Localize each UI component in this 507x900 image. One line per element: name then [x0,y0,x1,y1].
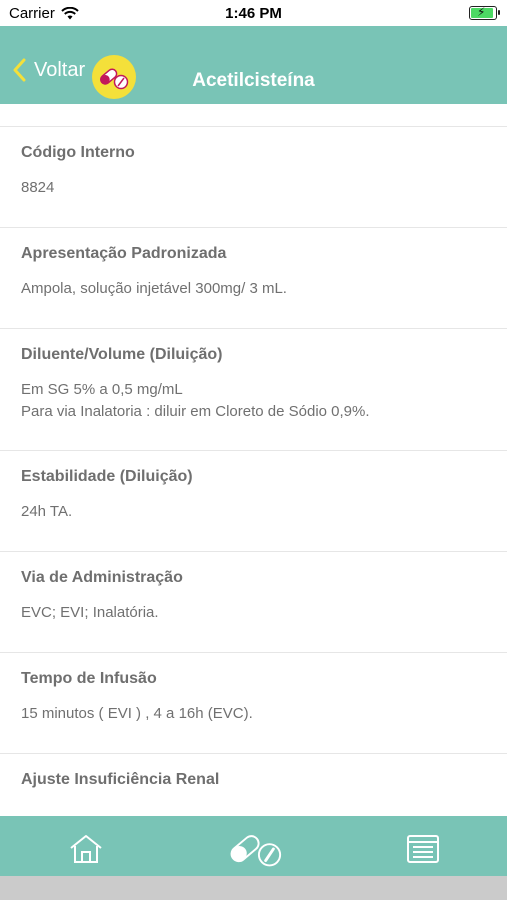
tab-drugs[interactable] [228,832,284,867]
field-value: EVC; EVI; Inalatória. [21,604,159,621]
charging-icon: ⚡ [477,5,486,19]
field-label: Apresentação Padronizada [21,245,227,262]
home-indicator-area [0,876,507,900]
field-codigo-interno: Código Interno 8824 [0,127,507,228]
field-diluente-volume: Diluente/Volume (Diluição) Em SG 5% a 0,… [0,329,507,451]
field-label: Via de Administração [21,569,183,586]
field-label: Ajuste Insuficiência Renal [21,771,220,788]
pills-icon [230,835,282,867]
page-title: Acetilcisteína [192,70,315,91]
status-bar: Carrier 1:46 PM ⚡ [0,0,507,26]
field-estabilidade: Estabilidade (Diluição) 24h TA. [0,451,507,552]
field-label: Código Interno [21,144,135,161]
field-value: 24h TA. [21,503,73,520]
field-value: 8824 [21,179,55,196]
field-ajuste-renal: Ajuste Insuficiência Renal [0,754,507,804]
field-label: Tempo de Infusão [21,670,157,687]
field-value: Ampola, solução injetável 300mg/ 3 mL. [21,280,287,297]
field-value: Em SG 5% a 0,5 mg/mL Para via Inalatoria… [21,381,370,420]
status-time: 1:46 PM [225,5,282,22]
tab-home[interactable] [66,832,106,866]
tab-bar [0,816,507,876]
field-via-administracao: Via de Administração EVC; EVI; Inalatóri… [0,552,507,653]
field-label: Estabilidade (Diluição) [21,468,193,485]
field-tempo-infusao: Tempo de Infusão 15 minutos ( EVI ) , 4 … [0,653,507,754]
field-apresentacao: Apresentação Padronizada Ampola, solução… [0,228,507,329]
tab-documents[interactable] [403,832,443,866]
document-icon [407,835,439,863]
battery-icon: ⚡ [469,5,500,20]
home-icon [70,835,102,863]
drug-detail-list[interactable]: Código Interno 8824 Apresentação Padroni… [0,104,507,816]
field-label: Diluente/Volume (Diluição) [21,346,223,363]
field-value: 15 minutos ( EVI ) , 4 a 16h (EVC). [21,705,253,722]
nav-bar: Voltar Acetilcisteína [0,26,507,104]
